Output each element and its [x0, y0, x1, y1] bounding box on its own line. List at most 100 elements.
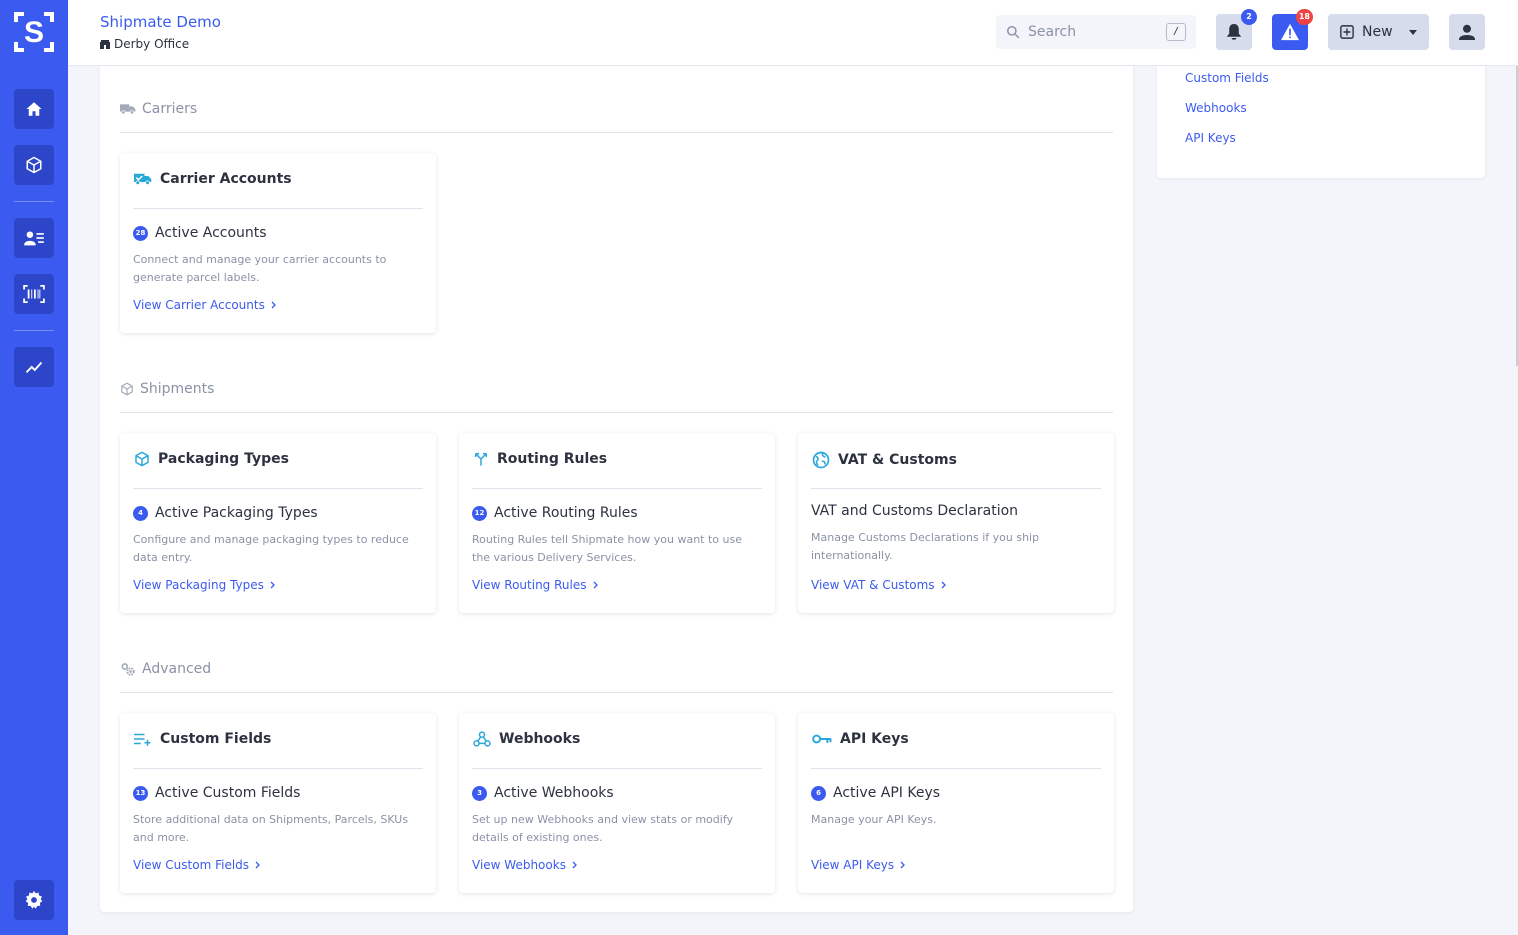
notifications-button[interactable]: 2: [1216, 9, 1257, 50]
card-description: Manage your API Keys.: [811, 813, 937, 826]
link-label: View Routing Rules: [472, 578, 587, 592]
settings-main-panel: Carriers Carrier Accounts 28 Active Acco…: [100, 66, 1133, 912]
box-icon: [121, 382, 133, 396]
section-title-advanced: Advanced: [120, 661, 211, 677]
alerts-count-badge: 18: [1295, 9, 1313, 25]
card-header: Webhooks: [473, 731, 580, 747]
card-divider: [133, 208, 423, 209]
warning-icon: [1281, 23, 1299, 41]
view-vat-customs-link[interactable]: View VAT & Customs: [811, 578, 946, 592]
shipmate-logo[interactable]: S: [14, 12, 54, 52]
count-badge: 12: [472, 505, 487, 521]
trend-chart-icon: [25, 361, 43, 373]
quicklink-custom-fields[interactable]: Custom Fields: [1185, 71, 1269, 85]
chevron-right-icon: [941, 581, 946, 589]
view-routing-rules-link[interactable]: View Routing Rules: [472, 578, 598, 592]
reports-nav-button[interactable]: [14, 347, 54, 387]
view-packaging-types-link[interactable]: View Packaging Types: [133, 578, 275, 592]
caret-down-icon: [1408, 29, 1417, 35]
stat-label: Active Custom Fields: [155, 785, 301, 801]
user-icon: [1459, 24, 1475, 40]
stat-label: Active Routing Rules: [494, 505, 638, 521]
card-header: API Keys: [812, 731, 909, 747]
alerts-button[interactable]: 18: [1272, 9, 1313, 50]
card-header: Carrier Accounts: [134, 171, 292, 187]
truck-icon: [120, 104, 136, 115]
card-description: Configure and manage packaging types to …: [133, 533, 409, 564]
section-title-label: Carriers: [142, 101, 198, 117]
bell-icon: [1226, 24, 1242, 40]
home-icon: [26, 102, 42, 116]
card-header: Routing Rules: [473, 451, 607, 467]
chevron-right-icon: [900, 861, 906, 869]
new-dropdown-button[interactable]: New: [1328, 14, 1429, 50]
count-badge: 6: [811, 785, 826, 801]
org-location[interactable]: Derby Office: [100, 37, 189, 51]
card-divider: [811, 488, 1101, 489]
settings-nav-button[interactable]: [14, 880, 54, 920]
view-carrier-accounts-link[interactable]: View Carrier Accounts: [133, 298, 276, 312]
barcode-icon: [23, 285, 45, 303]
chevron-right-icon: [270, 581, 275, 589]
section-title-label: Advanced: [142, 661, 212, 677]
view-custom-fields-link[interactable]: View Custom Fields: [133, 858, 260, 872]
card-description: Set up new Webhooks and view stats or mo…: [472, 813, 734, 844]
link-label: View Carrier Accounts: [133, 298, 265, 312]
stat-label: Active API Keys: [833, 785, 941, 801]
sidebar-divider: [14, 330, 54, 331]
card-carrier-accounts: Carrier Accounts 28 Active Accounts Conn…: [120, 153, 436, 333]
gear-icon: [25, 890, 43, 909]
quicklink-api-keys[interactable]: API Keys: [1185, 131, 1236, 145]
user-menu-button[interactable]: [1449, 14, 1485, 50]
truck-check-icon: [134, 173, 152, 185]
card-title: Packaging Types: [158, 451, 289, 467]
stat-label: Active Packaging Types: [155, 505, 318, 521]
section-title-shipments: Shipments: [120, 381, 214, 397]
card-description: Connect and manage your carrier accounts…: [133, 253, 387, 284]
home-nav-button[interactable]: [14, 89, 54, 129]
chevron-right-icon: [572, 861, 577, 869]
count-badge: 13: [133, 785, 148, 801]
view-api-keys-link[interactable]: View API Keys: [811, 858, 906, 872]
search-input[interactable]: [1028, 24, 1158, 40]
sidebar-divider: [14, 201, 54, 202]
card-header: Packaging Types: [134, 451, 289, 467]
card-title: Custom Fields: [160, 731, 272, 747]
section-divider: [120, 412, 1113, 413]
chevron-right-icon: [255, 861, 260, 869]
settings-quicklinks-panel: Custom Fields Webhooks API Keys: [1157, 66, 1485, 178]
view-webhooks-link[interactable]: View Webhooks: [472, 858, 577, 872]
quicklink-webhooks[interactable]: Webhooks: [1185, 101, 1247, 115]
scan-nav-button[interactable]: [14, 274, 54, 314]
card-divider: [133, 768, 423, 769]
link-label: View API Keys: [811, 858, 895, 872]
contacts-nav-button[interactable]: [14, 218, 54, 258]
search-box[interactable]: /: [996, 15, 1196, 49]
gears-icon: [121, 663, 135, 676]
globe-icon: [812, 451, 830, 469]
card-custom-fields: Custom Fields 13 Active Custom Fields St…: [120, 713, 436, 893]
new-button-label: New: [1362, 24, 1393, 40]
link-label: View Packaging Types: [133, 578, 264, 592]
card-title: API Keys: [840, 731, 909, 747]
chevron-right-icon: [593, 581, 598, 589]
card-stat: 28 Active Accounts: [133, 225, 267, 241]
top-header: Shipmate Demo Derby Office / 2 18 New: [68, 0, 1518, 66]
sidebar: S: [0, 0, 68, 935]
routing-icon: [474, 452, 488, 466]
key-icon: [812, 734, 832, 744]
search-icon: [1007, 26, 1020, 39]
notifications-count-badge: 2: [1241, 9, 1257, 25]
box-icon: [26, 156, 42, 174]
card-title: Routing Rules: [497, 451, 608, 467]
box-icon: [135, 451, 149, 467]
org-name-link[interactable]: Shipmate Demo: [100, 13, 221, 31]
card-header: Custom Fields: [134, 731, 271, 747]
card-vat-customs: VAT & Customs VAT and Customs Declaratio…: [798, 433, 1114, 613]
count-badge: 4: [133, 505, 148, 521]
card-title: Carrier Accounts: [160, 171, 292, 187]
card-title: Webhooks: [499, 731, 581, 747]
svg-text:S: S: [24, 16, 44, 49]
chevron-right-icon: [271, 301, 276, 309]
shipments-nav-button[interactable]: [14, 145, 54, 185]
